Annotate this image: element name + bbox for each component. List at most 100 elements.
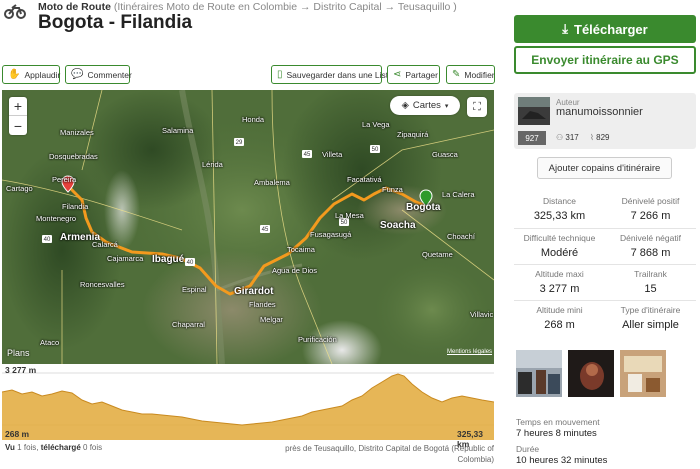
- stat-elevation-gain: Dénivelé positif 7 266 m: [605, 196, 696, 222]
- road-shield: 45: [304, 152, 311, 158]
- comment-button[interactable]: 💬 Commenter: [65, 65, 132, 84]
- stat-label: Dénivelé négatif: [620, 233, 681, 243]
- layers-icon: ◈: [401, 100, 409, 111]
- stat-max-altitude: Altitude maxi 3 277 m: [514, 269, 605, 295]
- divider: [514, 300, 696, 301]
- duration-label: Durée: [516, 444, 540, 454]
- stat-route-type: Type d'itinéraire Aller simple: [605, 305, 696, 331]
- stat-value: 3 277 m: [539, 283, 580, 295]
- stat-label: Type d'itinéraire: [620, 305, 681, 315]
- author-avatar-image: [518, 97, 550, 125]
- map-label-la-vega: La Vega: [362, 120, 390, 129]
- map-label-montenegro: Montenegro: [36, 214, 77, 223]
- map-label-roncesvalles: Roncesvalles: [80, 280, 125, 289]
- map-label-guasca: Guasca: [432, 150, 458, 159]
- map-label-ataco: Ataco: [40, 338, 60, 347]
- map-label-choachi: Choachí: [447, 232, 475, 241]
- divider: [514, 264, 696, 265]
- photo-thumbnail[interactable]: [516, 350, 562, 397]
- photo-thumbnail[interactable]: [568, 350, 614, 397]
- stat-label: Altitude maxi: [535, 269, 584, 279]
- stat-elevation-loss: Dénivelé négatif 7 868 m: [605, 233, 696, 259]
- moving-time-value: 7 heures 8 minutes: [516, 428, 597, 439]
- people-icon: ⚇: [556, 133, 564, 142]
- fullscreen-icon: ⛶: [473, 100, 481, 113]
- comment-icon: 💬: [71, 68, 84, 80]
- map-label-chaparral: Chaparral: [172, 320, 205, 329]
- chevron-down-icon: ▾: [444, 102, 449, 110]
- downloaded-count: 0 fois: [83, 443, 103, 452]
- route-map[interactable]: 29 45 50 40 45 50 40 Manizales Dosquebra…: [2, 90, 494, 364]
- stat-label: Trailrank: [634, 269, 667, 279]
- send-to-gps-button[interactable]: Envoyer itinéraire au GPS: [514, 46, 696, 74]
- road-shield: 45: [262, 227, 269, 233]
- map-attribution: Plans: [7, 348, 30, 358]
- trails-count: 829: [596, 133, 610, 142]
- add-companions-button[interactable]: Ajouter copains d'itinéraire: [537, 157, 672, 179]
- avatar[interactable]: [518, 97, 550, 125]
- downloaded-label: téléchargé: [40, 443, 81, 452]
- map-label-pereira: Pereira: [52, 175, 77, 184]
- route-icon: ⌇: [590, 133, 594, 142]
- map-layers-label: Cartes: [412, 100, 441, 111]
- map-label-melgar: Melgar: [260, 315, 283, 324]
- download-button[interactable]: ⤓ Télécharger: [514, 15, 696, 43]
- share-icon: ⋖: [393, 68, 402, 80]
- photo-image: [516, 350, 562, 397]
- clap-icon: ✋: [8, 68, 21, 80]
- map-layers-button[interactable]: ◈ Cartes ▾: [390, 96, 460, 115]
- map-label-honda: Honda: [242, 115, 265, 124]
- trailrank-badge: 927: [518, 131, 546, 145]
- bookmark-icon: ▯: [277, 68, 283, 80]
- stat-label: Difficulté technique: [523, 233, 596, 243]
- map-label-tocaima: Tocaima: [287, 245, 315, 254]
- map-label-zipaquira: Zipaquirá: [397, 130, 429, 139]
- followers-stat: ⚇ 317: [556, 133, 579, 142]
- followers-count: 317: [565, 133, 579, 142]
- road-shield: 50: [372, 147, 379, 153]
- author-name[interactable]: manumoissonnier: [556, 106, 643, 118]
- location-text: près de Teusaquillo, Distrito Capital de…: [285, 444, 494, 464]
- map-label-purificacion: Purificación: [298, 335, 337, 344]
- stat-value: 15: [644, 283, 657, 295]
- stat-label: Distance: [542, 196, 577, 206]
- photo-image: [620, 350, 666, 397]
- legal-link[interactable]: Mentions légales: [447, 349, 492, 355]
- download-label: Télécharger: [574, 21, 648, 37]
- map-label-la-mesa: La Mesa: [335, 211, 364, 220]
- zoom-in-button[interactable]: +: [9, 97, 27, 116]
- fullscreen-button[interactable]: ⛶: [467, 97, 487, 117]
- stat-value: 268 m: [544, 319, 575, 331]
- stat-label: Altitude mini: [536, 305, 583, 315]
- elevation-max-label: 3 277 m: [5, 365, 37, 375]
- elevation-min-label: 268 m: [5, 429, 30, 439]
- map-label-cartago: Cartago: [6, 184, 33, 193]
- page-title: Bogota - Filandia: [38, 12, 193, 33]
- map-label-villavicencio: Villavic: [470, 310, 494, 319]
- elevation-profile[interactable]: 3 277 m 268 m 325,33 km: [2, 364, 494, 449]
- stat-value: 7 266 m: [630, 210, 671, 222]
- map-label-ibague: Ibagué: [152, 254, 185, 265]
- seen-prefix: Vu: [5, 443, 15, 452]
- modify-button[interactable]: ✎ Modifier: [446, 65, 495, 84]
- map-label-ambalema: Ambalema: [254, 178, 290, 187]
- road-shield: 40: [44, 237, 51, 243]
- moving-time-label: Temps en mouvement: [516, 417, 600, 427]
- applaud-button[interactable]: ✋ Applaudir: [2, 65, 60, 84]
- stat-value: Modéré: [540, 247, 579, 259]
- comment-label: Commenter: [87, 69, 132, 80]
- author-card: Auteur manumoissonnier 927 ⚇ 317 ⌇ 829: [514, 93, 696, 149]
- zoom-out-button[interactable]: −: [9, 116, 27, 135]
- map-label-soacha: Soacha: [380, 220, 416, 231]
- map-label-flandes: Flandes: [249, 300, 276, 309]
- save-to-list-label: Sauvegarder dans une Liste: [286, 69, 393, 80]
- stat-value: Aller simple: [622, 319, 679, 331]
- elevation-chart: [2, 372, 494, 440]
- map-label-bogota: Bogota: [406, 202, 441, 213]
- zoom-control: + −: [9, 97, 27, 135]
- map-label-villeta: Villeta: [322, 150, 343, 159]
- save-to-list-button[interactable]: ▯ Sauvegarder dans une Liste: [271, 65, 393, 84]
- photo-thumbnail[interactable]: [620, 350, 666, 397]
- share-button[interactable]: ⋖ Partager: [387, 65, 440, 84]
- road-shield: 40: [187, 260, 194, 266]
